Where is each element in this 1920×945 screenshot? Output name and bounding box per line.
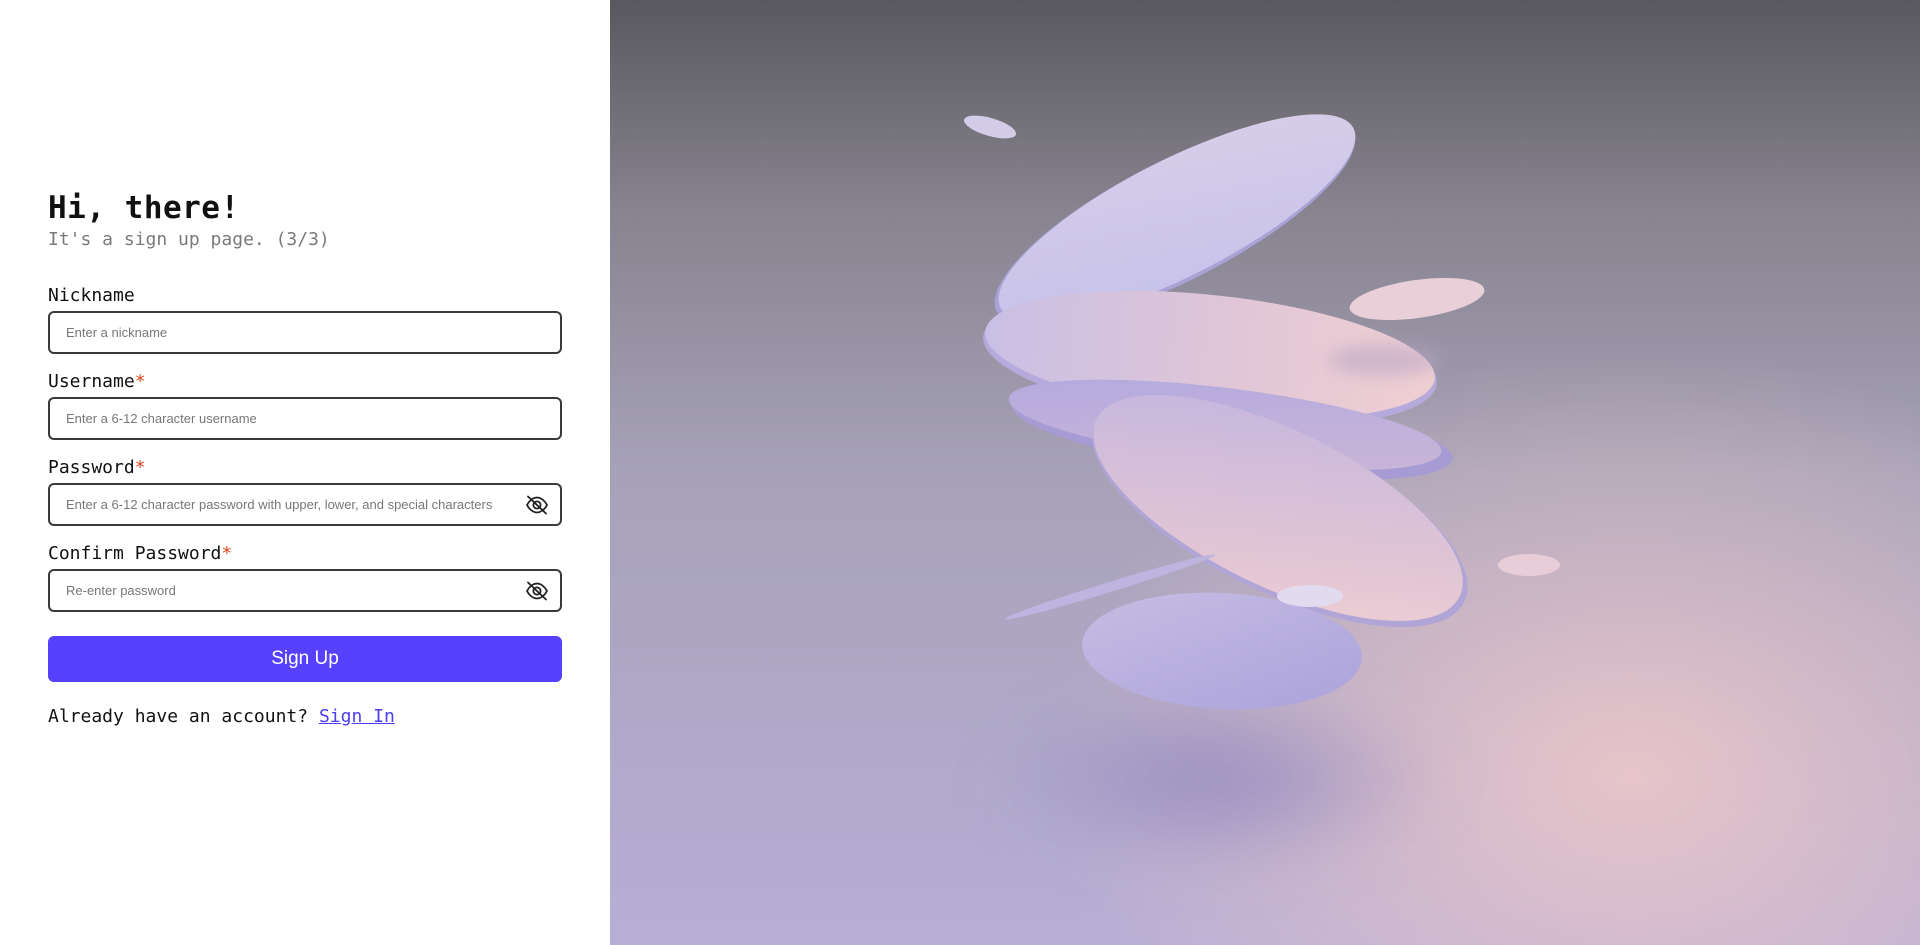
required-mark: * (221, 543, 233, 564)
username-label: Username* (48, 371, 146, 392)
username-field[interactable] (48, 397, 562, 440)
username-input[interactable] (50, 399, 560, 438)
sign-in-link[interactable]: Sign In (319, 706, 395, 727)
confirm-password-label: Confirm Password* (48, 543, 232, 564)
required-mark: * (134, 457, 146, 478)
sign-in-prompt: Already have an account? Sign In (48, 706, 395, 727)
nickname-label-text: Nickname (48, 285, 135, 306)
password-input[interactable] (50, 485, 560, 524)
password-label: Password* (48, 457, 146, 478)
required-mark: * (134, 371, 146, 392)
confirm-password-field[interactable] (48, 569, 562, 612)
sign-in-prompt-text: Already have an account? (48, 706, 319, 727)
eye-off-icon[interactable] (524, 580, 550, 602)
confirm-password-label-text: Confirm Password (48, 543, 222, 564)
username-label-text: Username (48, 371, 135, 392)
nickname-input[interactable] (50, 313, 560, 352)
page-title: Hi, there! (48, 190, 240, 226)
confirm-password-input[interactable] (50, 571, 560, 610)
eye-off-icon[interactable] (524, 494, 550, 516)
page-subtitle: It's a sign up page. (3/3) (48, 229, 330, 250)
sign-up-button[interactable]: Sign Up (48, 636, 562, 682)
nickname-field[interactable] (48, 311, 562, 354)
password-field[interactable] (48, 483, 562, 526)
password-label-text: Password (48, 457, 135, 478)
sign-up-panel: Hi, there! It's a sign up page. (3/3) Ni… (0, 0, 610, 945)
floating-discs-illustration (610, 0, 1920, 945)
nickname-label: Nickname (48, 285, 135, 306)
